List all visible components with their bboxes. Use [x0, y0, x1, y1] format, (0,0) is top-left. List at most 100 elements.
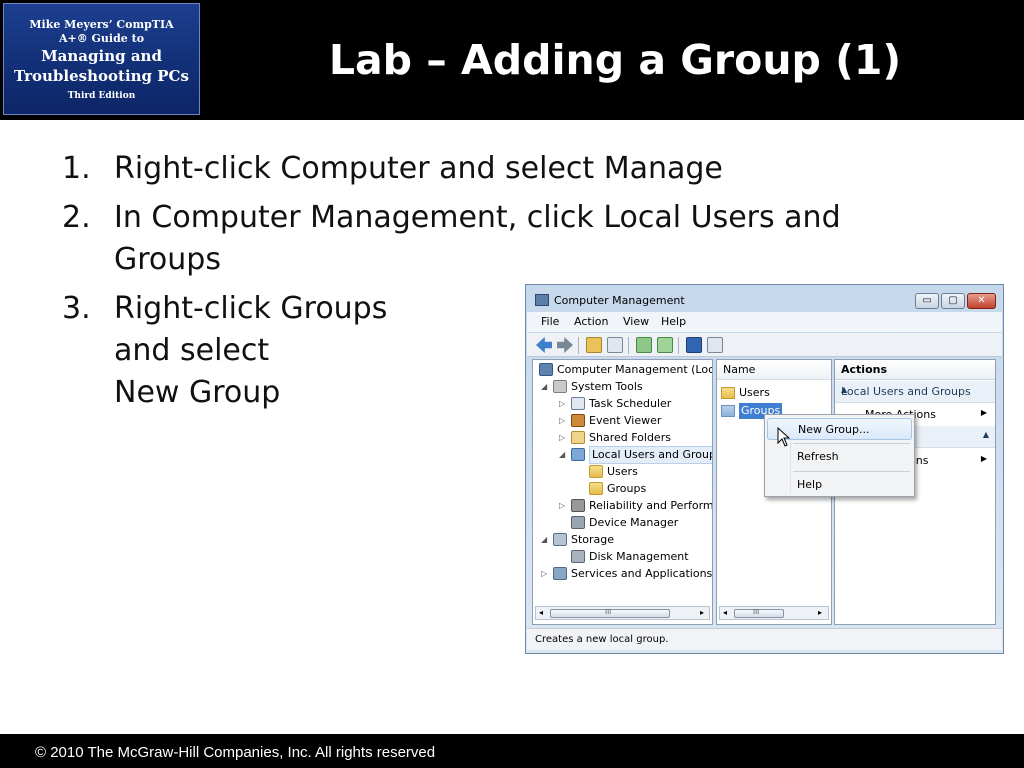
- tree-item-reliability-performance[interactable]: ▷ Reliability and Performa: [559, 498, 713, 514]
- step-number: 2.: [62, 200, 91, 235]
- scroll-left-icon[interactable]: ◂: [723, 607, 727, 619]
- maximize-button[interactable]: ▢: [941, 293, 965, 309]
- expand-icon[interactable]: ▷: [559, 498, 569, 514]
- actions-section-local-users-and-groups[interactable]: Local Users and Groups ▲: [835, 381, 995, 403]
- context-menu-refresh[interactable]: Refresh: [767, 446, 912, 468]
- menu-item-label: Refresh: [797, 450, 839, 463]
- users-icon: [571, 448, 585, 461]
- clock-icon: [571, 397, 585, 410]
- tree-item-local-users-and-groups[interactable]: ◢ Local Users and Groups: [559, 446, 712, 464]
- tree-item-users[interactable]: Users: [577, 464, 712, 480]
- slide-title: Lab – Adding a Group (1): [328, 36, 902, 84]
- list-item-users[interactable]: Users: [721, 385, 821, 401]
- scroll-left-icon[interactable]: ◂: [539, 607, 543, 619]
- tree-item-system-tools[interactable]: ◢ System Tools: [541, 379, 712, 395]
- step-item: 1. Right-click Computer and select Manag…: [62, 148, 962, 190]
- name-column-header[interactable]: Name: [717, 360, 831, 380]
- up-folder-icon[interactable]: [586, 337, 602, 353]
- close-button[interactable]: ✕: [967, 293, 996, 309]
- tree-item-computer-management[interactable]: Computer Management (Local: [535, 362, 713, 378]
- show-hide-tree-icon[interactable]: [607, 337, 623, 353]
- help-icon[interactable]: [686, 337, 702, 353]
- tree-item-label: Local Users and Groups: [589, 446, 712, 464]
- actions-header-label: Actions: [841, 363, 887, 376]
- expand-icon[interactable]: ▷: [541, 566, 551, 582]
- show-hide-action-pane-icon[interactable]: [707, 337, 723, 353]
- scroll-right-icon[interactable]: ▸: [700, 607, 704, 619]
- window-titlebar[interactable]: Computer Management ▭ ▢ ✕: [526, 285, 1003, 315]
- tree-item-event-viewer[interactable]: ▷ Event Viewer: [559, 413, 712, 429]
- event-viewer-icon: [571, 414, 585, 427]
- slide-footer: © 2010 The McGraw-Hill Companies, Inc. A…: [0, 734, 1024, 768]
- column-header-label: Name: [723, 363, 756, 376]
- tree-item-label: Task Scheduler: [589, 397, 672, 410]
- step-item: 2. In Computer Management, click Local U…: [62, 197, 962, 281]
- folder-icon: [721, 405, 735, 417]
- tree-item-label: Storage: [571, 533, 615, 546]
- toolbar: [527, 333, 1002, 357]
- tree-item-device-manager[interactable]: Device Manager: [559, 515, 712, 531]
- export-list-icon[interactable]: [657, 337, 673, 353]
- toolbar-separator: [678, 337, 679, 354]
- menu-separator: [793, 471, 910, 472]
- computer-management-icon: [535, 294, 549, 306]
- scroll-thumb[interactable]: III: [550, 608, 670, 618]
- computer-management-window: Computer Management ▭ ▢ ✕ File Action Vi…: [525, 284, 1004, 654]
- menu-help[interactable]: Help: [661, 315, 686, 328]
- scroll-thumb[interactable]: III: [734, 608, 784, 618]
- device-manager-icon: [571, 516, 585, 529]
- collapse-icon[interactable]: ◢: [541, 532, 551, 548]
- toolbar-separator: [578, 337, 579, 354]
- slide-header: Mike Meyers’ CompTIA A+® Guide to Managi…: [0, 0, 1024, 120]
- collapse-section-icon[interactable]: ▲: [841, 385, 989, 394]
- tree-item-task-scheduler[interactable]: ▷ Task Scheduler: [559, 396, 712, 412]
- menu-view[interactable]: View: [623, 315, 649, 328]
- tree-item-label: Shared Folders: [589, 431, 671, 444]
- expand-icon[interactable]: ▷: [559, 396, 569, 412]
- book-line-2: A+® Guide to: [58, 31, 145, 45]
- tree-item-label: Reliability and Performa: [589, 499, 713, 512]
- tree-item-disk-management[interactable]: Disk Management: [559, 549, 712, 565]
- expand-icon[interactable]: ▷: [559, 413, 569, 429]
- folder-icon: [589, 482, 603, 495]
- tree-item-services-and-applications[interactable]: ▷ Services and Applications: [541, 566, 712, 582]
- scroll-right-icon[interactable]: ▸: [818, 607, 822, 619]
- results-horizontal-scrollbar[interactable]: ◂ III ▸: [719, 606, 829, 620]
- folder-icon: [589, 465, 603, 478]
- tree-item-storage[interactable]: ◢ Storage: [541, 532, 712, 548]
- back-arrow-icon[interactable]: [536, 337, 552, 353]
- expand-icon[interactable]: ▷: [559, 430, 569, 446]
- menu-file[interactable]: File: [541, 315, 559, 328]
- tree-item-groups[interactable]: Groups: [577, 481, 712, 497]
- step-text: Right-click Computer and select Manage: [114, 151, 723, 186]
- menu-action[interactable]: Action: [574, 315, 608, 328]
- disk-icon: [571, 550, 585, 563]
- submenu-arrow-icon: ▶: [980, 408, 987, 417]
- forward-arrow-icon[interactable]: [557, 337, 573, 353]
- book-line-4: Troubleshooting PCs: [14, 66, 189, 85]
- minimize-button[interactable]: ▭: [915, 293, 939, 309]
- storage-icon: [553, 533, 567, 546]
- mouse-cursor-icon: [777, 427, 791, 447]
- menu-item-label: Help: [797, 478, 823, 491]
- refresh-icon[interactable]: [636, 337, 652, 353]
- collapse-section-icon[interactable]: ▲: [983, 430, 989, 439]
- tree-item-label: Computer Management (Local: [557, 363, 713, 376]
- menu-bar: File Action View Help: [527, 312, 1002, 332]
- list-item-label: Users: [739, 386, 770, 399]
- tree-item-shared-folders[interactable]: ▷ Shared Folders: [559, 430, 712, 446]
- collapse-icon[interactable]: ◢: [541, 379, 551, 395]
- reliability-icon: [571, 499, 585, 512]
- step-text: In Computer Management, click Local User…: [114, 200, 841, 277]
- scroll-grip-icon: III: [605, 608, 612, 616]
- copyright-text: © 2010 The McGraw-Hill Companies, Inc. A…: [35, 744, 436, 761]
- tree-item-label: Event Viewer: [589, 414, 662, 427]
- scroll-grip-icon: III: [753, 608, 760, 616]
- services-icon: [553, 567, 567, 580]
- status-bar: Creates a new local group.: [527, 628, 1002, 650]
- tree-item-label: Device Manager: [589, 516, 679, 529]
- tree-horizontal-scrollbar[interactable]: ◂ III ▸: [535, 606, 710, 620]
- context-menu-help[interactable]: Help: [767, 474, 912, 496]
- collapse-icon[interactable]: ◢: [559, 447, 569, 463]
- book-cover-logo: Mike Meyers’ CompTIA A+® Guide to Managi…: [3, 3, 200, 115]
